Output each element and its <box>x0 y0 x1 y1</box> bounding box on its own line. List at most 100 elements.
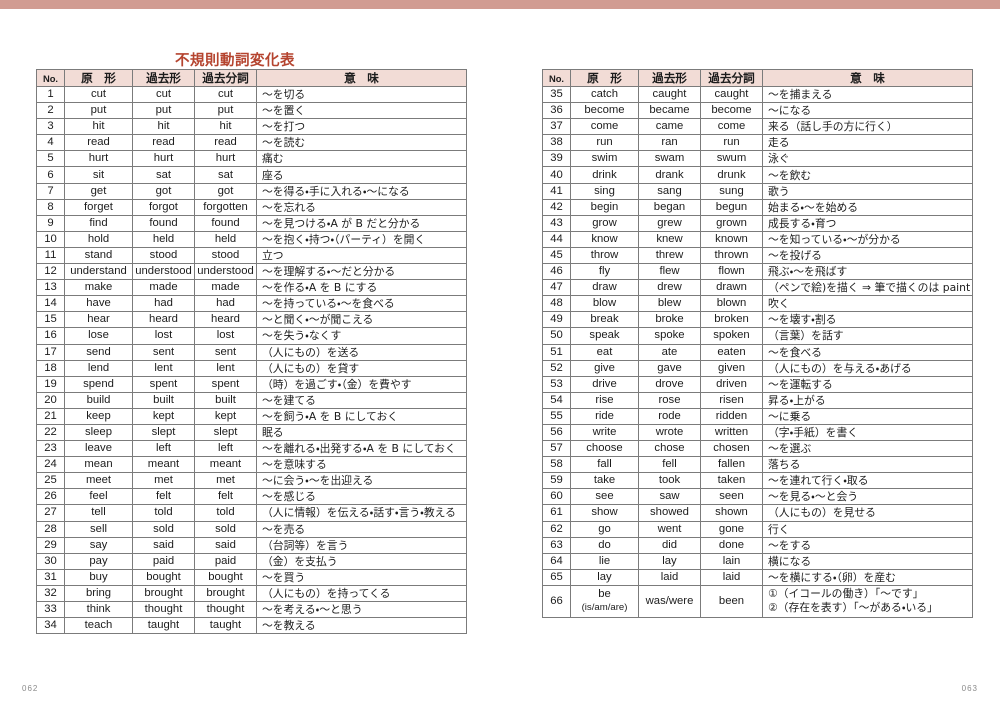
table-row: 10 hold held held 〜を抱く・持つ・（パーティ）を開く <box>36 230 467 248</box>
cell-past-participle: drunk <box>700 166 763 184</box>
cell-no: 28 <box>36 520 65 538</box>
cell-no: 57 <box>542 440 571 458</box>
cell-no: 12 <box>36 263 65 281</box>
cell-base-form: hear <box>64 311 133 329</box>
cell-meaning: 〜に会う・〜を出迎える <box>256 472 467 490</box>
cell-meaning: 落ちる <box>762 456 973 474</box>
cell-no: 10 <box>36 230 65 248</box>
table-row: 41 sing sang sung 歌う <box>542 182 973 200</box>
cell-meaning: 〜を捕まえる <box>762 85 973 104</box>
cell-meaning: （人にもの）を送る <box>256 343 467 361</box>
table-body-left: 1 cut cut cut 〜を切る 2 put put put 〜を置く 3 hit hit hit 〜を… <box>36 85 467 635</box>
table-row: 24 mean meant meant 〜を意味する <box>36 456 467 474</box>
cell-past-participle: written <box>700 423 763 442</box>
cell-past-form: began <box>638 198 701 216</box>
table-row: 14 have had had 〜を持っている・〜を食べる <box>36 295 467 313</box>
cell-past-form: lost <box>132 327 195 345</box>
cell-past-participle: taken <box>700 472 763 490</box>
cell-past-participle: chosen <box>700 440 763 458</box>
book-spread: 不規則動詞変化表 No. 原 形 過去形 過去分詞 意 味 1 cut cut cut… <box>0 9 1000 706</box>
cell-past-participle: seen <box>700 488 763 506</box>
cell-meaning: 〜を建てる <box>256 391 467 409</box>
cell-base-form: keep <box>64 407 133 425</box>
be-meaning-line-2: ②（存在を表す）「〜がある・いる」 <box>768 601 938 615</box>
table-header-row: No. 原 形 過去形 過去分詞 意 味 <box>542 69 973 87</box>
table-row: 59 take took taken 〜を連れて行く・取る <box>542 472 973 490</box>
table-row: 25 meet met met 〜に会う・〜を出迎える <box>36 472 467 490</box>
cell-past-form: sang <box>638 182 701 200</box>
be-meaning-line-1: ①（イコールの働き）「〜です」 <box>768 586 924 600</box>
cell-no: 33 <box>36 600 65 619</box>
table-row: 63 do did done 〜をする <box>542 536 973 554</box>
cell-past-participle: sung <box>700 182 763 200</box>
cell-past-participle: had <box>194 295 257 313</box>
cell-past-participle: shown <box>700 504 763 522</box>
cell-past-form: bought <box>132 568 195 586</box>
cell-base-form: hit <box>64 118 133 136</box>
table-row: 62 go went gone 行く <box>542 520 973 538</box>
cell-no: 8 <box>36 198 65 216</box>
cell-base-form: buy <box>64 568 133 586</box>
cell-meaning: 〜を飼う・A を B にしておく <box>256 407 467 425</box>
cell-meaning: 眠る <box>256 423 467 442</box>
cell-past-form: forgot <box>132 198 195 216</box>
cell-no: 55 <box>542 407 571 425</box>
cell-past-participle: read <box>194 134 257 152</box>
cell-meaning: （言葉）を話す <box>762 327 973 345</box>
cell-past-participle: cut <box>194 85 257 104</box>
cell-past-form: grew <box>638 214 701 232</box>
cell-past-participle: found <box>194 214 257 232</box>
cell-no: 53 <box>542 375 571 393</box>
be-base-variants: (is/am/are) <box>581 602 628 614</box>
cell-no: 54 <box>542 391 571 409</box>
cell-past-participle: put <box>194 102 257 120</box>
table-row: 1 cut cut cut 〜を切る <box>36 85 467 104</box>
cell-past-participle: become <box>700 102 763 120</box>
table-row: 17 send sent sent （人にもの）を送る <box>36 343 467 361</box>
cell-meaning: 昇る・上がる <box>762 391 973 409</box>
table-row: 23 leave left left 〜を離れる・出発する・A を B にしておく <box>36 440 467 458</box>
cell-base-form: grow <box>570 214 639 232</box>
table-row: 16 lose lost lost 〜を失う・なくす <box>36 327 467 345</box>
cell-past-participle: kept <box>194 407 257 425</box>
cell-base-form: catch <box>570 85 639 104</box>
table-row: 38 run ran run 走る <box>542 134 973 152</box>
cell-meaning: （人にもの）を貸す <box>256 359 467 377</box>
cell-past-form: ran <box>638 134 701 152</box>
cell-past-form: paid <box>132 552 195 570</box>
cell-no: 49 <box>542 311 571 329</box>
cell-past-participle: begun <box>700 198 763 216</box>
cell-past-participle: ridden <box>700 407 763 425</box>
cell-base-form: sleep <box>64 423 133 442</box>
table-row: 51 eat ate eaten 〜を食べる <box>542 343 973 361</box>
cell-no: 44 <box>542 230 571 248</box>
cell-no: 23 <box>36 440 65 458</box>
cell-no: 59 <box>542 472 571 490</box>
cell-no: 62 <box>542 520 571 538</box>
cell-no: 5 <box>36 150 65 168</box>
table-row: 53 drive drove driven 〜を運転する <box>542 375 973 393</box>
cell-past-participle: sat <box>194 166 257 184</box>
cell-past-participle: broken <box>700 311 763 329</box>
cell-meaning: 〜を打つ <box>256 118 467 136</box>
cell-past-form: drove <box>638 375 701 393</box>
cell-meaning: 〜を失う・なくす <box>256 327 467 345</box>
cell-past-participle: been <box>700 584 763 618</box>
cell-past-participle: taught <box>194 617 257 635</box>
cell-no: 25 <box>36 472 65 490</box>
cell-meaning: 歌う <box>762 182 973 200</box>
cell-meaning: （字・手紙）を書く <box>762 423 973 442</box>
cell-meaning: （人にもの）を見せる <box>762 504 973 522</box>
cell-meaning: 〜を離れる・出発する・A を B にしておく <box>256 440 467 458</box>
cell-meaning: 〜を読む <box>256 134 467 152</box>
cell-base-form: fly <box>570 263 639 281</box>
cell-no: 30 <box>36 552 65 570</box>
table-body-right: 35 catch caught caught 〜を捕まえる 36 become became b… <box>542 85 973 618</box>
cell-meaning: 〜を置く <box>256 102 467 120</box>
cell-meaning: 泳ぐ <box>762 150 973 168</box>
cell-meaning: 〜を作る・A を B にする <box>256 279 467 297</box>
cell-no: 24 <box>36 456 65 474</box>
cell-no: 60 <box>542 488 571 506</box>
cell-meaning: 〜を壊す・割る <box>762 311 973 329</box>
cell-past-participle: hit <box>194 118 257 136</box>
